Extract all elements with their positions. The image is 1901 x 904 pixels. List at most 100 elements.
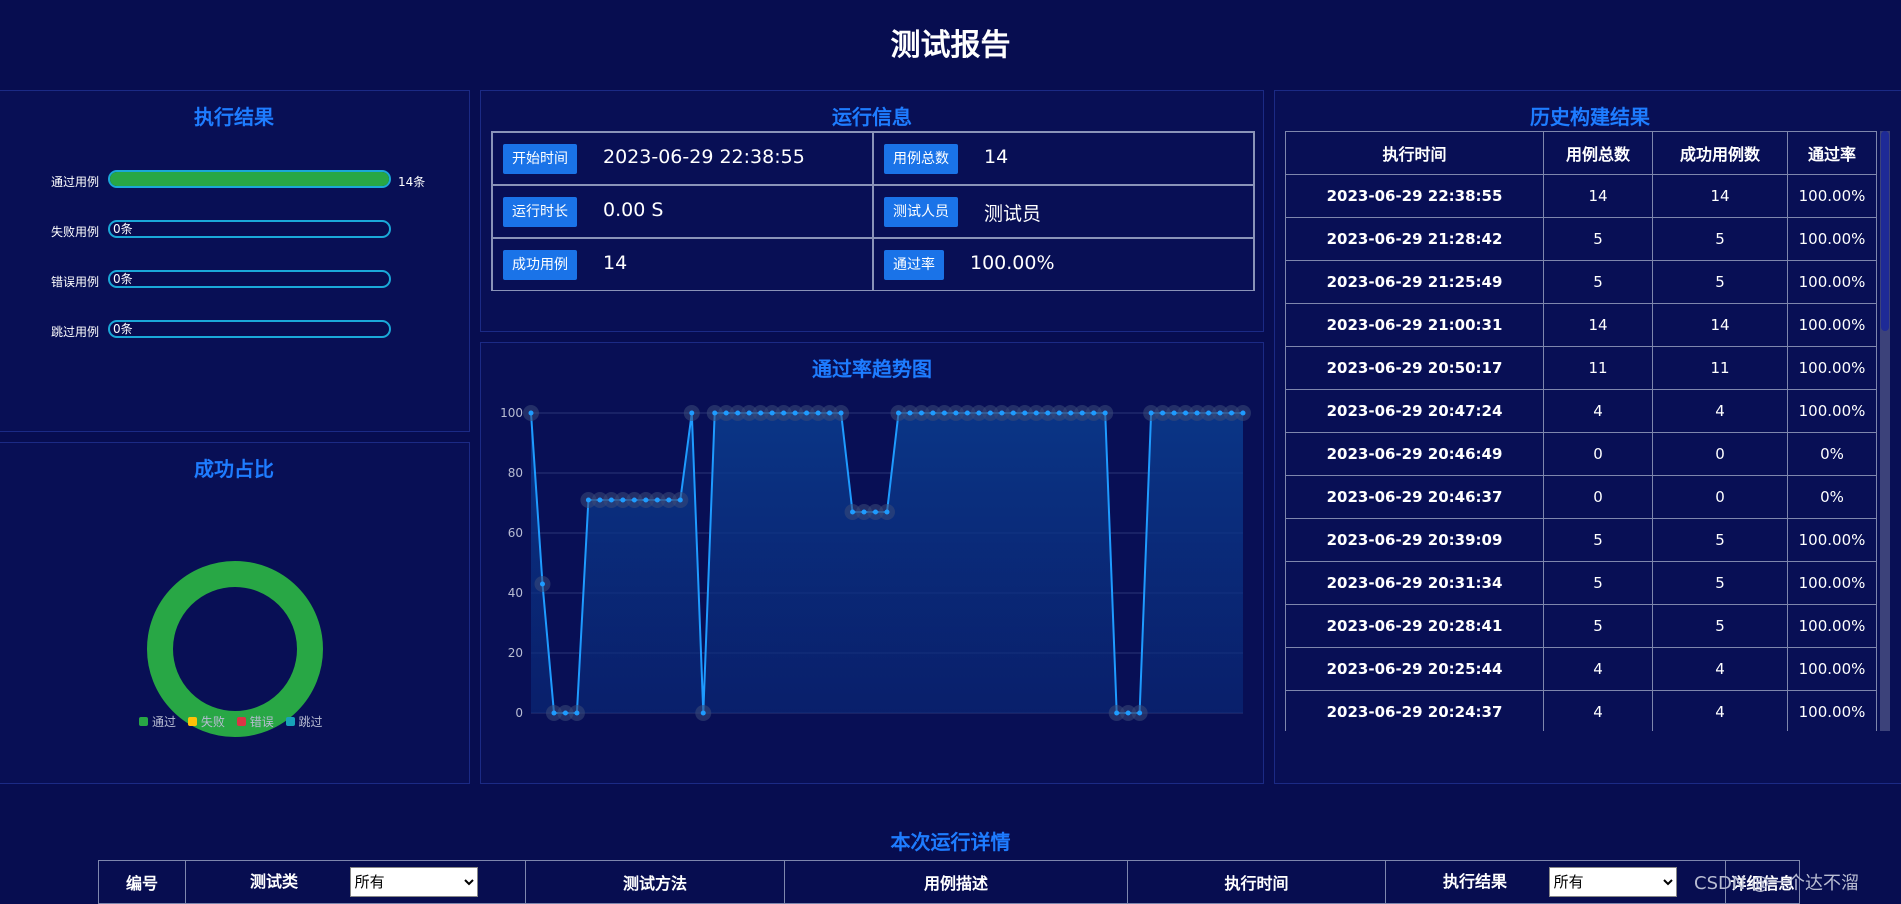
legend-pass[interactable]: 通过 <box>139 715 176 729</box>
history-cell-time: 2023-06-29 20:50:17 <box>1285 346 1544 390</box>
trend-point[interactable] <box>1068 410 1074 416</box>
trend-point[interactable] <box>907 410 913 416</box>
trend-point[interactable] <box>964 410 970 416</box>
history-cell-total: 4 <box>1543 690 1653 731</box>
trend-point[interactable] <box>643 497 649 503</box>
trend-point[interactable] <box>873 509 879 515</box>
trend-point[interactable] <box>827 410 833 416</box>
trend-point[interactable] <box>551 710 557 716</box>
trend-point[interactable] <box>735 410 741 416</box>
result-bar-count: 0条 <box>113 322 133 336</box>
class-col-label: 测试类 <box>250 872 299 891</box>
history-cell-time: 2023-06-29 21:00:31 <box>1285 303 1544 347</box>
trend-point[interactable] <box>758 410 764 416</box>
trend-point[interactable] <box>1240 410 1246 416</box>
trend-point[interactable] <box>838 410 844 416</box>
history-cell-success: 0 <box>1652 475 1788 519</box>
trend-point[interactable] <box>1010 410 1016 416</box>
history-scrollbar[interactable] <box>1880 131 1890 731</box>
total-cases-value: 14 <box>984 146 1009 168</box>
trend-point[interactable] <box>861 509 867 515</box>
details-title: 本次运行详情 <box>890 830 1011 854</box>
donut-chart <box>147 561 323 737</box>
trend-point[interactable] <box>999 410 1005 416</box>
trend-point[interactable] <box>712 410 718 416</box>
history-row: 2023-06-29 21:00:31 14 14 100.00% <box>1285 303 1877 347</box>
trend-point[interactable] <box>1102 410 1108 416</box>
trend-point[interactable] <box>597 497 603 503</box>
trend-point[interactable] <box>1206 410 1212 416</box>
trend-point[interactable] <box>666 497 672 503</box>
trend-point[interactable] <box>953 410 959 416</box>
trend-point[interactable] <box>700 710 706 716</box>
class-filter-select[interactable]: 所有 <box>349 867 478 897</box>
history-cell-total: 4 <box>1543 647 1653 691</box>
trend-point[interactable] <box>1045 410 1051 416</box>
history-cell-success: 14 <box>1652 174 1788 218</box>
legend-error[interactable]: 错误 <box>236 715 274 729</box>
trend-point[interactable] <box>631 497 637 503</box>
trend-point[interactable] <box>574 710 580 716</box>
trend-point[interactable] <box>941 410 947 416</box>
trend-point[interactable] <box>792 410 798 416</box>
trend-point[interactable] <box>895 410 901 416</box>
history-scrollbar-thumb[interactable] <box>1881 131 1889 331</box>
history-cell-success: 5 <box>1652 260 1788 304</box>
success-ratio-title: 成功占比 <box>194 457 274 481</box>
result-filter-select[interactable]: 所有 <box>1548 867 1677 897</box>
trend-point[interactable] <box>804 410 810 416</box>
trend-point[interactable] <box>562 710 568 716</box>
trend-point[interactable] <box>1137 710 1143 716</box>
trend-point[interactable] <box>976 410 982 416</box>
result-bar-count: 14条 <box>398 175 426 189</box>
pass-rate-value: 100.00% <box>970 252 1055 274</box>
trend-point[interactable] <box>723 410 729 416</box>
history-table-scroll[interactable]: 执行时间 用例总数 成功用例数 通过率 2023-06-29 22:38:55 1… <box>1285 131 1877 731</box>
trend-point[interactable] <box>850 509 856 515</box>
legend-skip[interactable]: 跳过 <box>285 715 323 729</box>
trend-point[interactable] <box>781 410 787 416</box>
trend-point[interactable] <box>918 410 924 416</box>
tester-label: 测试人员 <box>884 197 958 227</box>
result-bar-count: 0条 <box>113 222 133 236</box>
trend-point[interactable] <box>539 581 545 587</box>
result-bar-track: 0条 <box>108 320 391 338</box>
trend-point[interactable] <box>677 497 683 503</box>
trend-point[interactable] <box>987 410 993 416</box>
trend-point[interactable] <box>930 410 936 416</box>
trend-point[interactable] <box>689 410 695 416</box>
trend-point[interactable] <box>1171 410 1177 416</box>
trend-point[interactable] <box>1217 410 1223 416</box>
trend-point[interactable] <box>815 410 821 416</box>
legend-fail[interactable]: 失败 <box>187 715 225 729</box>
trend-point[interactable] <box>1125 710 1131 716</box>
trend-point[interactable] <box>608 497 614 503</box>
trend-point[interactable] <box>1148 410 1154 416</box>
details-header-result: 执行结果 所有 <box>1385 860 1726 904</box>
trend-point[interactable] <box>1194 410 1200 416</box>
history-cell-rate: 100.00% <box>1787 561 1877 605</box>
history-cell-success: 5 <box>1652 561 1788 605</box>
trend-panel: 通过率趋势图 0 20 40 60 80 100 <box>480 342 1264 784</box>
trend-point[interactable] <box>884 509 890 515</box>
trend-point[interactable] <box>746 410 752 416</box>
trend-point[interactable] <box>1160 410 1166 416</box>
history-cell-time: 2023-06-29 20:25:44 <box>1285 647 1544 691</box>
history-cell-rate: 0% <box>1787 432 1877 476</box>
trend-point[interactable] <box>1091 410 1097 416</box>
trend-point[interactable] <box>1114 710 1120 716</box>
trend-y-tick: 40 <box>508 586 523 600</box>
trend-point[interactable] <box>1183 410 1189 416</box>
trend-point[interactable] <box>528 410 534 416</box>
trend-point[interactable] <box>620 497 626 503</box>
trend-point[interactable] <box>1022 410 1028 416</box>
trend-point[interactable] <box>1079 410 1085 416</box>
trend-point[interactable] <box>585 497 591 503</box>
trend-point[interactable] <box>1229 410 1235 416</box>
trend-point[interactable] <box>1033 410 1039 416</box>
trend-point[interactable] <box>1056 410 1062 416</box>
history-cell-rate: 100.00% <box>1787 303 1877 347</box>
trend-point[interactable] <box>654 497 660 503</box>
trend-point[interactable] <box>769 410 775 416</box>
history-cell-time: 2023-06-29 20:31:34 <box>1285 561 1544 605</box>
